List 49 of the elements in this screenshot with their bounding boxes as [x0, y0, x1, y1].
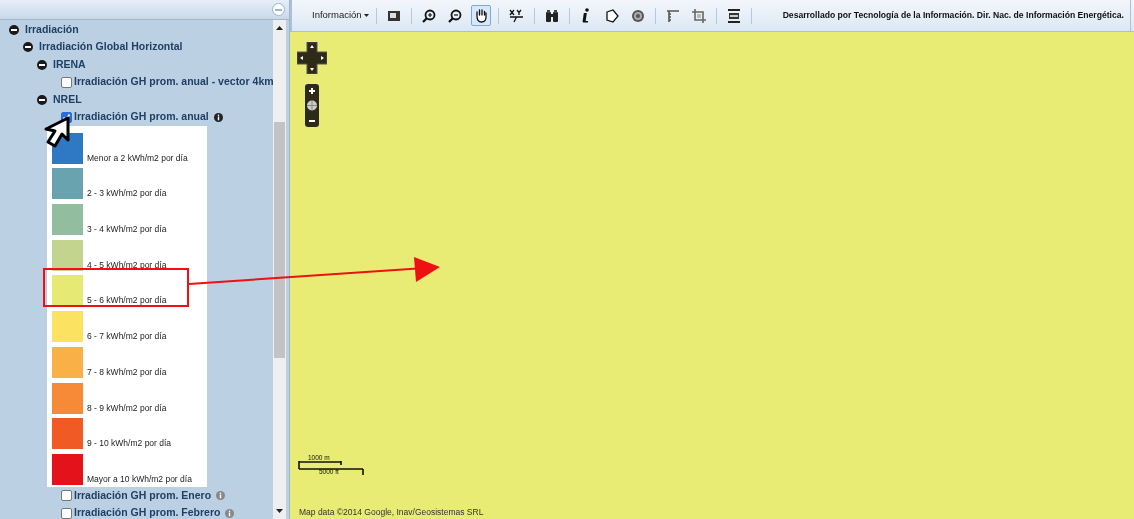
target-icon — [630, 8, 645, 23]
info-icon — [582, 8, 591, 23]
tree-node[interactable]: Irradiación — [25, 21, 79, 38]
scroll-thumb[interactable] — [274, 122, 285, 358]
layer-label[interactable]: Irradiación GH prom. Febrero — [74, 505, 221, 519]
scroll-down-icon[interactable] — [276, 509, 283, 513]
zoom-out-icon — [447, 8, 462, 23]
legend-label: 5 - 6 kWh/m2 por día — [87, 294, 167, 307]
layer-label[interactable]: Irradiación GH prom. anual — [74, 109, 209, 126]
legend-label: 4 - 5 kWh/m2 por día — [87, 258, 167, 271]
caret-icon — [363, 14, 369, 17]
menu-button[interactable]: Información — [312, 8, 369, 23]
pan-tool-button[interactable] — [470, 5, 491, 26]
legend-label: 6 - 7 kWh/m2 por día — [87, 330, 167, 343]
zoom-in-icon — [421, 8, 436, 23]
legend-label: 8 - 9 kWh/m2 por día — [87, 401, 167, 414]
tree-node[interactable]: Irradiación Global Horizontal — [39, 39, 183, 56]
checkbox[interactable] — [61, 490, 72, 502]
collapse-icon[interactable] — [37, 94, 47, 105]
layer-label[interactable]: Irradiación GH prom. Enero — [74, 487, 212, 504]
legend-label: 2 - 3 kWh/m2 por día — [87, 187, 167, 200]
legend-label: Mayor a 10 kWh/m2 por día — [87, 472, 192, 485]
checkbox[interactable] — [61, 76, 72, 88]
binoculars-icon — [544, 8, 559, 23]
scrollbar[interactable] — [273, 20, 286, 519]
hand-icon — [473, 8, 488, 23]
polygon-icon — [604, 8, 619, 23]
collapse-icon[interactable] — [23, 42, 33, 53]
print-icon — [726, 8, 741, 23]
checkbox[interactable] — [61, 507, 72, 519]
collapse-icon[interactable] — [9, 24, 19, 35]
legend-label: Menor a 2 kWh/m2 por día — [87, 151, 188, 164]
tree-node[interactable]: IRENA — [53, 56, 86, 73]
frame-icon — [386, 8, 401, 23]
credit-text: Desarrollado por Tecnología de la Información. Dir. Nac. de Información Energética. — [782, 0, 1131, 31]
coordinates-icon — [508, 8, 524, 23]
legend-label: 7 - 8 kWh/m2 por día — [87, 365, 167, 378]
attribution-text: Map data ©2014 Google, Inav/Geosistemas SRL — [299, 506, 484, 519]
legend-label: 9 - 10 kWh/m2 por día — [87, 437, 172, 450]
zoom-control[interactable] — [305, 84, 319, 127]
layer-label[interactable]: Irradiación GH prom. anual - vector 4km — [74, 74, 273, 91]
pan-control[interactable] — [297, 42, 327, 74]
crop-icon — [691, 8, 706, 23]
collapse-icon[interactable] — [37, 59, 47, 70]
ruler-icon — [665, 8, 680, 23]
tree-node[interactable]: NREL — [53, 91, 82, 108]
legend-label: 3 - 4 kWh/m2 por día — [87, 223, 167, 236]
info-icon[interactable] — [213, 112, 223, 122]
scroll-up-icon[interactable] — [276, 26, 283, 30]
